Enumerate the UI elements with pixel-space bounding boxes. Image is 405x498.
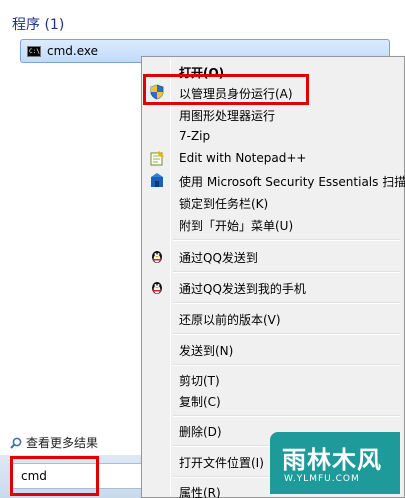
mse-icon: [151, 173, 163, 187]
menu-item-label: 以管理员身份运行(A): [179, 87, 293, 101]
menu-item-label: 还原以前的版本(V): [179, 313, 281, 327]
menu-separator: [173, 333, 400, 335]
qq-penguin-icon: [152, 282, 162, 294]
menu-item-run-with-gpu[interactable]: 用图形处理器运行: [144, 103, 402, 125]
programs-section-header: 程序 (1): [12, 17, 65, 33]
see-more-results-link[interactable]: 查看更多结果: [10, 434, 98, 451]
cmd-icon: C:\: [27, 46, 41, 57]
watermark-main-text: 雨林木风: [282, 446, 382, 474]
menu-separator: [173, 415, 400, 417]
menu-item-cut[interactable]: 剪切(T): [144, 368, 402, 390]
menu-item-label: 锁定到任务栏(K): [179, 197, 269, 211]
menu-item-label: 复制(C): [179, 395, 221, 409]
menu-item-label: 使用 Microsoft Security Essentials 扫描...: [179, 175, 405, 189]
menu-item-open[interactable]: 打开(O): [144, 60, 402, 82]
watermark-logo: 雨林木风 W.YLMFU.COM: [270, 432, 400, 494]
menu-item-mse-scan[interactable]: 使用 Microsoft Security Essentials 扫描...: [144, 169, 405, 191]
menu-item-label: 剪切(T): [179, 374, 220, 388]
menu-item-copy[interactable]: 复制(C): [144, 389, 402, 411]
menu-item-qq-send[interactable]: 通过QQ发送到: [144, 245, 402, 267]
menu-item-label: 通过QQ发送到我的手机: [179, 282, 306, 296]
menu-item-pin-start-menu[interactable]: 附到「开始」菜单(U): [144, 213, 402, 235]
notepad-plus-plus-icon: [150, 151, 164, 166]
uac-shield-icon: [150, 84, 164, 100]
menu-separator: [173, 364, 400, 366]
menu-item-notepad-plus-plus[interactable]: Edit with Notepad++: [144, 147, 402, 169]
menu-item-label: 附到「开始」菜单(U): [179, 219, 294, 233]
menu-separator: [173, 271, 400, 273]
menu-item-label: 通过QQ发送到: [179, 251, 258, 265]
menu-item-send-to[interactable]: 发送到(N): [144, 338, 402, 360]
menu-item-pin-taskbar[interactable]: 锁定到任务栏(K): [144, 191, 402, 213]
menu-item-label: 发送到(N): [179, 344, 234, 358]
menu-separator: [173, 239, 400, 241]
menu-item-label: 属性(R): [179, 486, 221, 498]
see-more-results-label: 查看更多结果: [26, 436, 99, 450]
program-result-label: cmd.exe: [47, 44, 99, 58]
menu-item-label: 删除(D): [179, 425, 222, 439]
menu-item-7zip[interactable]: 7-Zip: [144, 125, 402, 147]
magnifier-icon: [10, 437, 22, 449]
menu-item-qq-send-phone[interactable]: 通过QQ发送到我的手机: [144, 276, 402, 298]
menu-item-run-as-admin[interactable]: 以管理员身份运行(A): [144, 81, 402, 103]
menu-item-label: 用图形处理器运行: [179, 109, 276, 123]
menu-item-restore-previous[interactable]: 还原以前的版本(V): [144, 307, 402, 329]
menu-separator: [173, 302, 400, 304]
menu-item-label: 打开(O): [179, 66, 225, 80]
menu-item-label: 7-Zip: [179, 129, 211, 143]
menu-item-label: 打开文件位置(I): [179, 456, 264, 470]
watermark-sub-text: W.YLMFU.COM: [284, 474, 360, 484]
menu-item-label: Edit with Notepad++: [179, 151, 307, 165]
qq-penguin-icon: [152, 251, 162, 263]
